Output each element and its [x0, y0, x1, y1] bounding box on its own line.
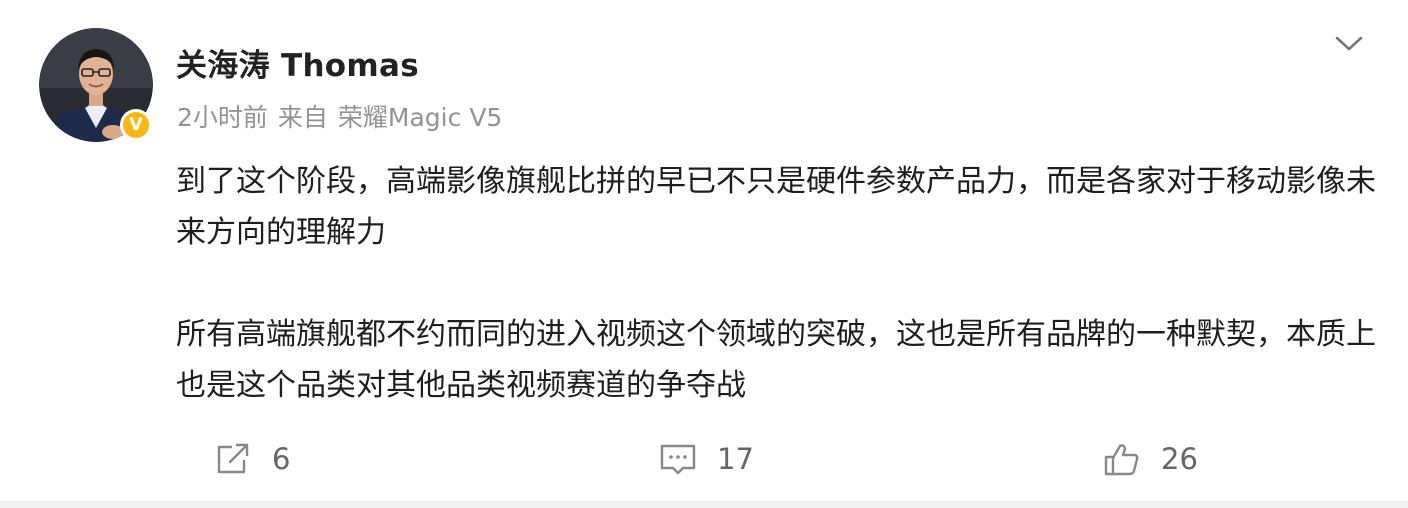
- post-meta: 2小时前 来自 荣耀Magic V5: [177, 98, 512, 134]
- like-count: 26: [1161, 442, 1198, 476]
- source-prefix: 来自: [277, 103, 328, 132]
- repost-count: 6: [272, 442, 291, 476]
- comment-button[interactable]: 17: [659, 436, 754, 482]
- username[interactable]: 关海涛 Thomas: [176, 40, 419, 85]
- comment-count: 17: [717, 442, 754, 476]
- thumbs-up-icon: [1104, 444, 1139, 476]
- source-device[interactable]: 荣耀Magic V5: [338, 103, 502, 132]
- like-button[interactable]: 26: [1103, 436, 1198, 482]
- verified-badge-icon: V: [120, 109, 152, 141]
- card-divider: [0, 501, 1408, 508]
- post-body: 到了这个阶段，高端影像旗舰比拼的早已不只是硬件参数产品力，而是各家对于移动影像未…: [176, 156, 1376, 411]
- comment-icon: [660, 444, 696, 475]
- share-icon: [217, 443, 249, 474]
- avatar[interactable]: V: [39, 28, 153, 142]
- post-timestamp: 2小时前: [177, 103, 268, 132]
- action-bar: 6 17 26: [0, 436, 1408, 482]
- post-paragraph: 所有高端旗舰都不约而同的进入视频这个领域的突破，这也是所有品牌的一种默契，本质上…: [176, 317, 1376, 403]
- repost-button[interactable]: 6: [214, 436, 290, 482]
- chevron-down-icon[interactable]: [1333, 32, 1365, 54]
- weibo-post-card: V 关海涛 Thomas 2小时前 来自 荣耀Magic V5 到了这个阶段，高端影…: [0, 0, 1408, 508]
- post-paragraph: 到了这个阶段，高端影像旗舰比拼的早已不只是硬件参数产品力，而是各家对于移动影像未…: [176, 164, 1376, 250]
